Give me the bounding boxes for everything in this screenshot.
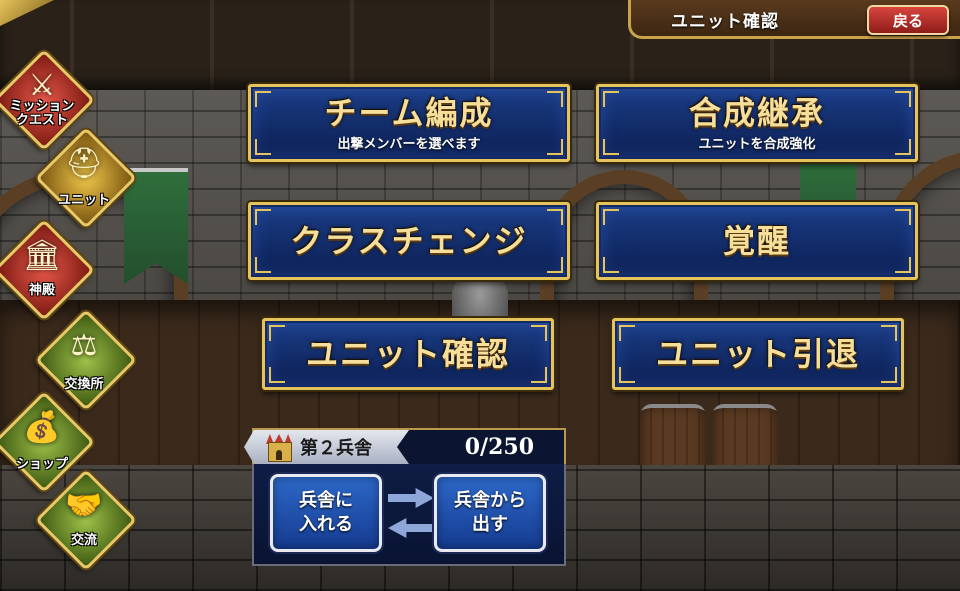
sidebar-item-label: 交流	[70, 533, 97, 548]
sidebar-item-temple[interactable]: 🏛 神殿	[0, 219, 95, 321]
take-out-barracks-button[interactable]: 兵舎から 出す	[434, 474, 546, 552]
helmet-icon: ⛑	[64, 146, 104, 181]
money-bag-icon: 💰	[23, 410, 61, 445]
unit-confirm-button[interactable]: ユニット確認	[262, 318, 554, 390]
barracks-selector[interactable]: 第２兵舎	[244, 430, 409, 464]
awaken-title: 覚醒	[722, 222, 791, 260]
crossed-swords-icon: ⚔	[28, 68, 56, 103]
class-change-button[interactable]: クラスチェンジ	[248, 202, 570, 280]
sidebar-item-label: 神殿	[28, 283, 55, 298]
awaken-button[interactable]: 覚醒	[596, 202, 918, 280]
class-change-title: クラスチェンジ	[290, 222, 528, 260]
header-bar: ユニット確認 戻る	[628, 0, 960, 39]
team-formation-title: チーム編成	[324, 93, 494, 132]
temple-icon: 🏛	[22, 238, 62, 273]
sidebar-item-label: ユニット	[57, 193, 110, 208]
scales-icon: ⚖	[70, 328, 98, 363]
page-title: ユニット確認	[671, 12, 779, 32]
team-formation-button[interactable]: チーム編成 出撃メンバーを選べます	[248, 84, 570, 162]
barracks-count: 0/250	[464, 434, 534, 460]
arrow-right-icon	[388, 488, 434, 508]
back-button[interactable]: 戻る	[867, 5, 949, 35]
barracks-name: 第２兵舎	[300, 438, 372, 459]
handshake-icon: 🤝	[65, 488, 103, 523]
fusion-inherit-title: 合成継承	[688, 93, 825, 132]
sidebar-item-unit[interactable]: ⛑ ユニット	[35, 127, 137, 229]
fusion-inherit-button[interactable]: 合成継承 ユニットを合成強化	[596, 84, 918, 162]
fusion-inherit-subtitle: ユニットを合成強化	[698, 136, 816, 152]
unit-confirm-title: ユニット確認	[305, 335, 510, 373]
unit-retire-title: ユニット引退	[655, 335, 860, 373]
put-in-barracks-button[interactable]: 兵舎に 入れる	[270, 474, 382, 552]
sidebar-item-social[interactable]: 🤝 交流	[35, 469, 137, 571]
barracks-header: 第２兵舎 0/250	[252, 428, 566, 466]
barracks-actions: 兵舎に 入れる 兵舎から 出す	[252, 464, 566, 566]
sidebar-item-label: 交換所	[64, 377, 104, 392]
barracks-panel: 第２兵舎 0/250 兵舎に 入れる 兵舎から 出す	[252, 428, 566, 566]
sidebar-item-label: ミッション クエスト	[9, 99, 75, 128]
arrow-left-icon	[388, 518, 434, 538]
castle-icon	[264, 434, 294, 460]
team-formation-subtitle: 出撃メンバーを選べます	[337, 136, 481, 152]
unit-retire-button[interactable]: ユニット引退	[612, 318, 904, 390]
